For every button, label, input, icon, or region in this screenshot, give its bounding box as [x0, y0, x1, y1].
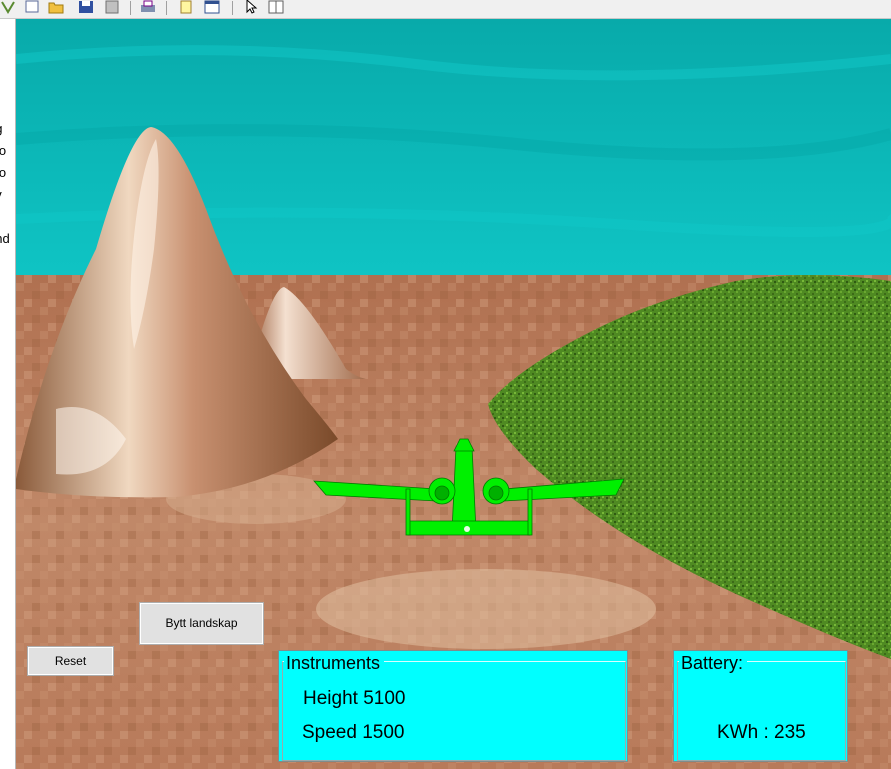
save-icon[interactable] — [78, 0, 94, 14]
instruments-title: Instruments — [284, 653, 385, 674]
instruments-frame — [282, 661, 626, 761]
kwh-value: 235 — [774, 722, 806, 743]
open-folder-icon[interactable] — [48, 0, 64, 14]
sidebar-item[interactable]: l — [0, 253, 15, 268]
height-readout: Height 5100 — [303, 688, 405, 710]
sidebar-item[interactable]: g — [0, 209, 15, 224]
height-value: 5100 — [363, 688, 406, 709]
game-viewport[interactable]: Bytt landskap Reset Instruments Height 5… — [16, 19, 891, 769]
sidebar-item[interactable]: und — [0, 231, 15, 246]
toolbar — [0, 0, 891, 19]
speed-readout: Speed 1500 — [302, 722, 405, 744]
star-icon[interactable] — [0, 0, 16, 14]
new-document-icon[interactable] — [24, 0, 40, 14]
properties-icon[interactable] — [268, 0, 284, 14]
sidebar-item[interactable]: ato — [0, 143, 15, 158]
sidebar-item[interactable]: ato — [0, 165, 15, 180]
toolbar-separator — [130, 1, 131, 15]
printer-icon[interactable] — [140, 0, 156, 14]
sidebar-item[interactable]: av — [0, 187, 15, 202]
window-icon[interactable] — [204, 0, 220, 14]
kwh-label: KWh : — [717, 722, 769, 743]
battery-title: Battery: — [679, 653, 748, 674]
height-label: Height — [303, 688, 358, 709]
speed-label: Speed — [302, 722, 357, 743]
battery-panel: Battery: KWh : 235 — [673, 650, 848, 762]
sidebar-item[interactable]: n — [0, 55, 15, 70]
speed-value: 1500 — [362, 722, 405, 743]
battery-frame — [677, 661, 846, 761]
instruments-panel: Instruments Height 5100 Speed 1500 — [278, 650, 628, 762]
sidebar-item[interactable]: og — [0, 121, 15, 136]
print-preview-icon[interactable] — [104, 0, 120, 14]
copy-icon[interactable] — [178, 0, 194, 14]
toolbar-separator — [166, 1, 167, 15]
reset-button[interactable]: Reset — [27, 646, 114, 676]
toolbar-separator — [232, 1, 233, 15]
sidebar: n og ato ato av g und l — [0, 19, 16, 769]
kwh-readout: KWh : 235 — [717, 722, 806, 744]
change-landscape-button[interactable]: Bytt landskap — [139, 602, 264, 645]
pointer-icon[interactable] — [244, 0, 260, 14]
